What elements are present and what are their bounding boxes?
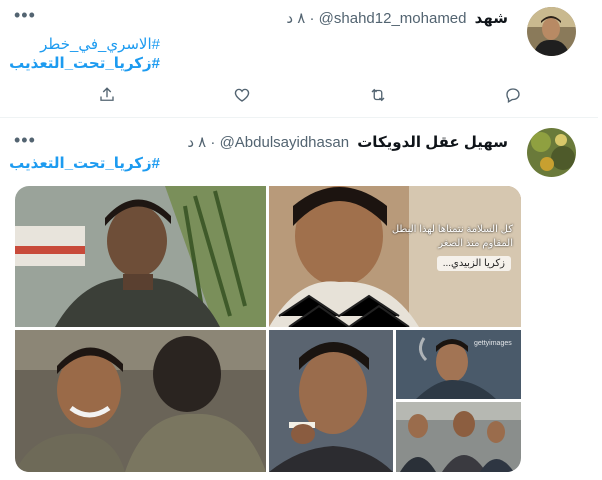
- avatar[interactable]: [527, 128, 576, 177]
- user-handle[interactable]: @Abdulsayidhasan: [220, 134, 349, 151]
- display-name[interactable]: شهد: [475, 10, 508, 27]
- photo-grid: كل السلامة نتمناها لهذا البطل المقاوم من…: [15, 186, 521, 472]
- hashtag-link[interactable]: #زكريا_تحت_التعذيب: [9, 54, 160, 74]
- like-icon[interactable]: [231, 86, 251, 106]
- avatar[interactable]: [527, 7, 576, 56]
- avatar-image: [527, 7, 576, 56]
- tweet-actions: [0, 86, 602, 106]
- tweet-header: شهد @shahd12_mohamed · ٨ د: [286, 10, 508, 28]
- tweet-header: سهيل عقل الدويكات @Abdulsayidhasan · ٨ د: [187, 134, 508, 152]
- separator-dot: ·: [309, 10, 315, 27]
- user-handle[interactable]: @shahd12_mohamed: [319, 10, 467, 27]
- timestamp[interactable]: ٨ د: [187, 134, 206, 151]
- tweet[interactable]: سهيل عقل الدويكات @Abdulsayidhasan · ٨ د…: [0, 117, 598, 480]
- timestamp[interactable]: ٨ د: [286, 10, 305, 27]
- hashtag-link[interactable]: #زكريا_تحت_التعذيب: [9, 154, 160, 174]
- photo-caption-name: زكريا الزبيدي...: [436, 256, 511, 271]
- photo-caption-line: المقاوم منذ الصغر: [438, 238, 513, 249]
- share-icon[interactable]: [96, 86, 116, 106]
- more-dots-icon[interactable]: •••: [14, 130, 36, 151]
- photo[interactable]: [269, 330, 393, 472]
- photo[interactable]: [396, 402, 521, 472]
- photo-watermark: gettyimages: [474, 340, 512, 347]
- photo[interactable]: [15, 330, 266, 472]
- more-dots-icon[interactable]: •••: [14, 5, 36, 26]
- reply-icon[interactable]: [502, 86, 522, 106]
- photo[interactable]: كل السلامة نتمناها لهذا البطل المقاوم من…: [269, 186, 521, 327]
- hashtag-link[interactable]: #الاسري_في_خطر: [40, 35, 160, 55]
- photo[interactable]: gettyimages: [396, 330, 521, 399]
- photo-caption-line: كل السلامة نتمناها لهذا البطل: [391, 224, 513, 235]
- retweet-icon[interactable]: [367, 86, 387, 106]
- separator-dot: ·: [210, 134, 216, 151]
- photo[interactable]: [15, 186, 266, 327]
- display-name[interactable]: سهيل عقل الدويكات: [357, 134, 508, 151]
- tweet[interactable]: شهد @shahd12_mohamed · ٨ د ••• #الاسري_ف…: [0, 0, 598, 118]
- avatar-image: [527, 128, 576, 177]
